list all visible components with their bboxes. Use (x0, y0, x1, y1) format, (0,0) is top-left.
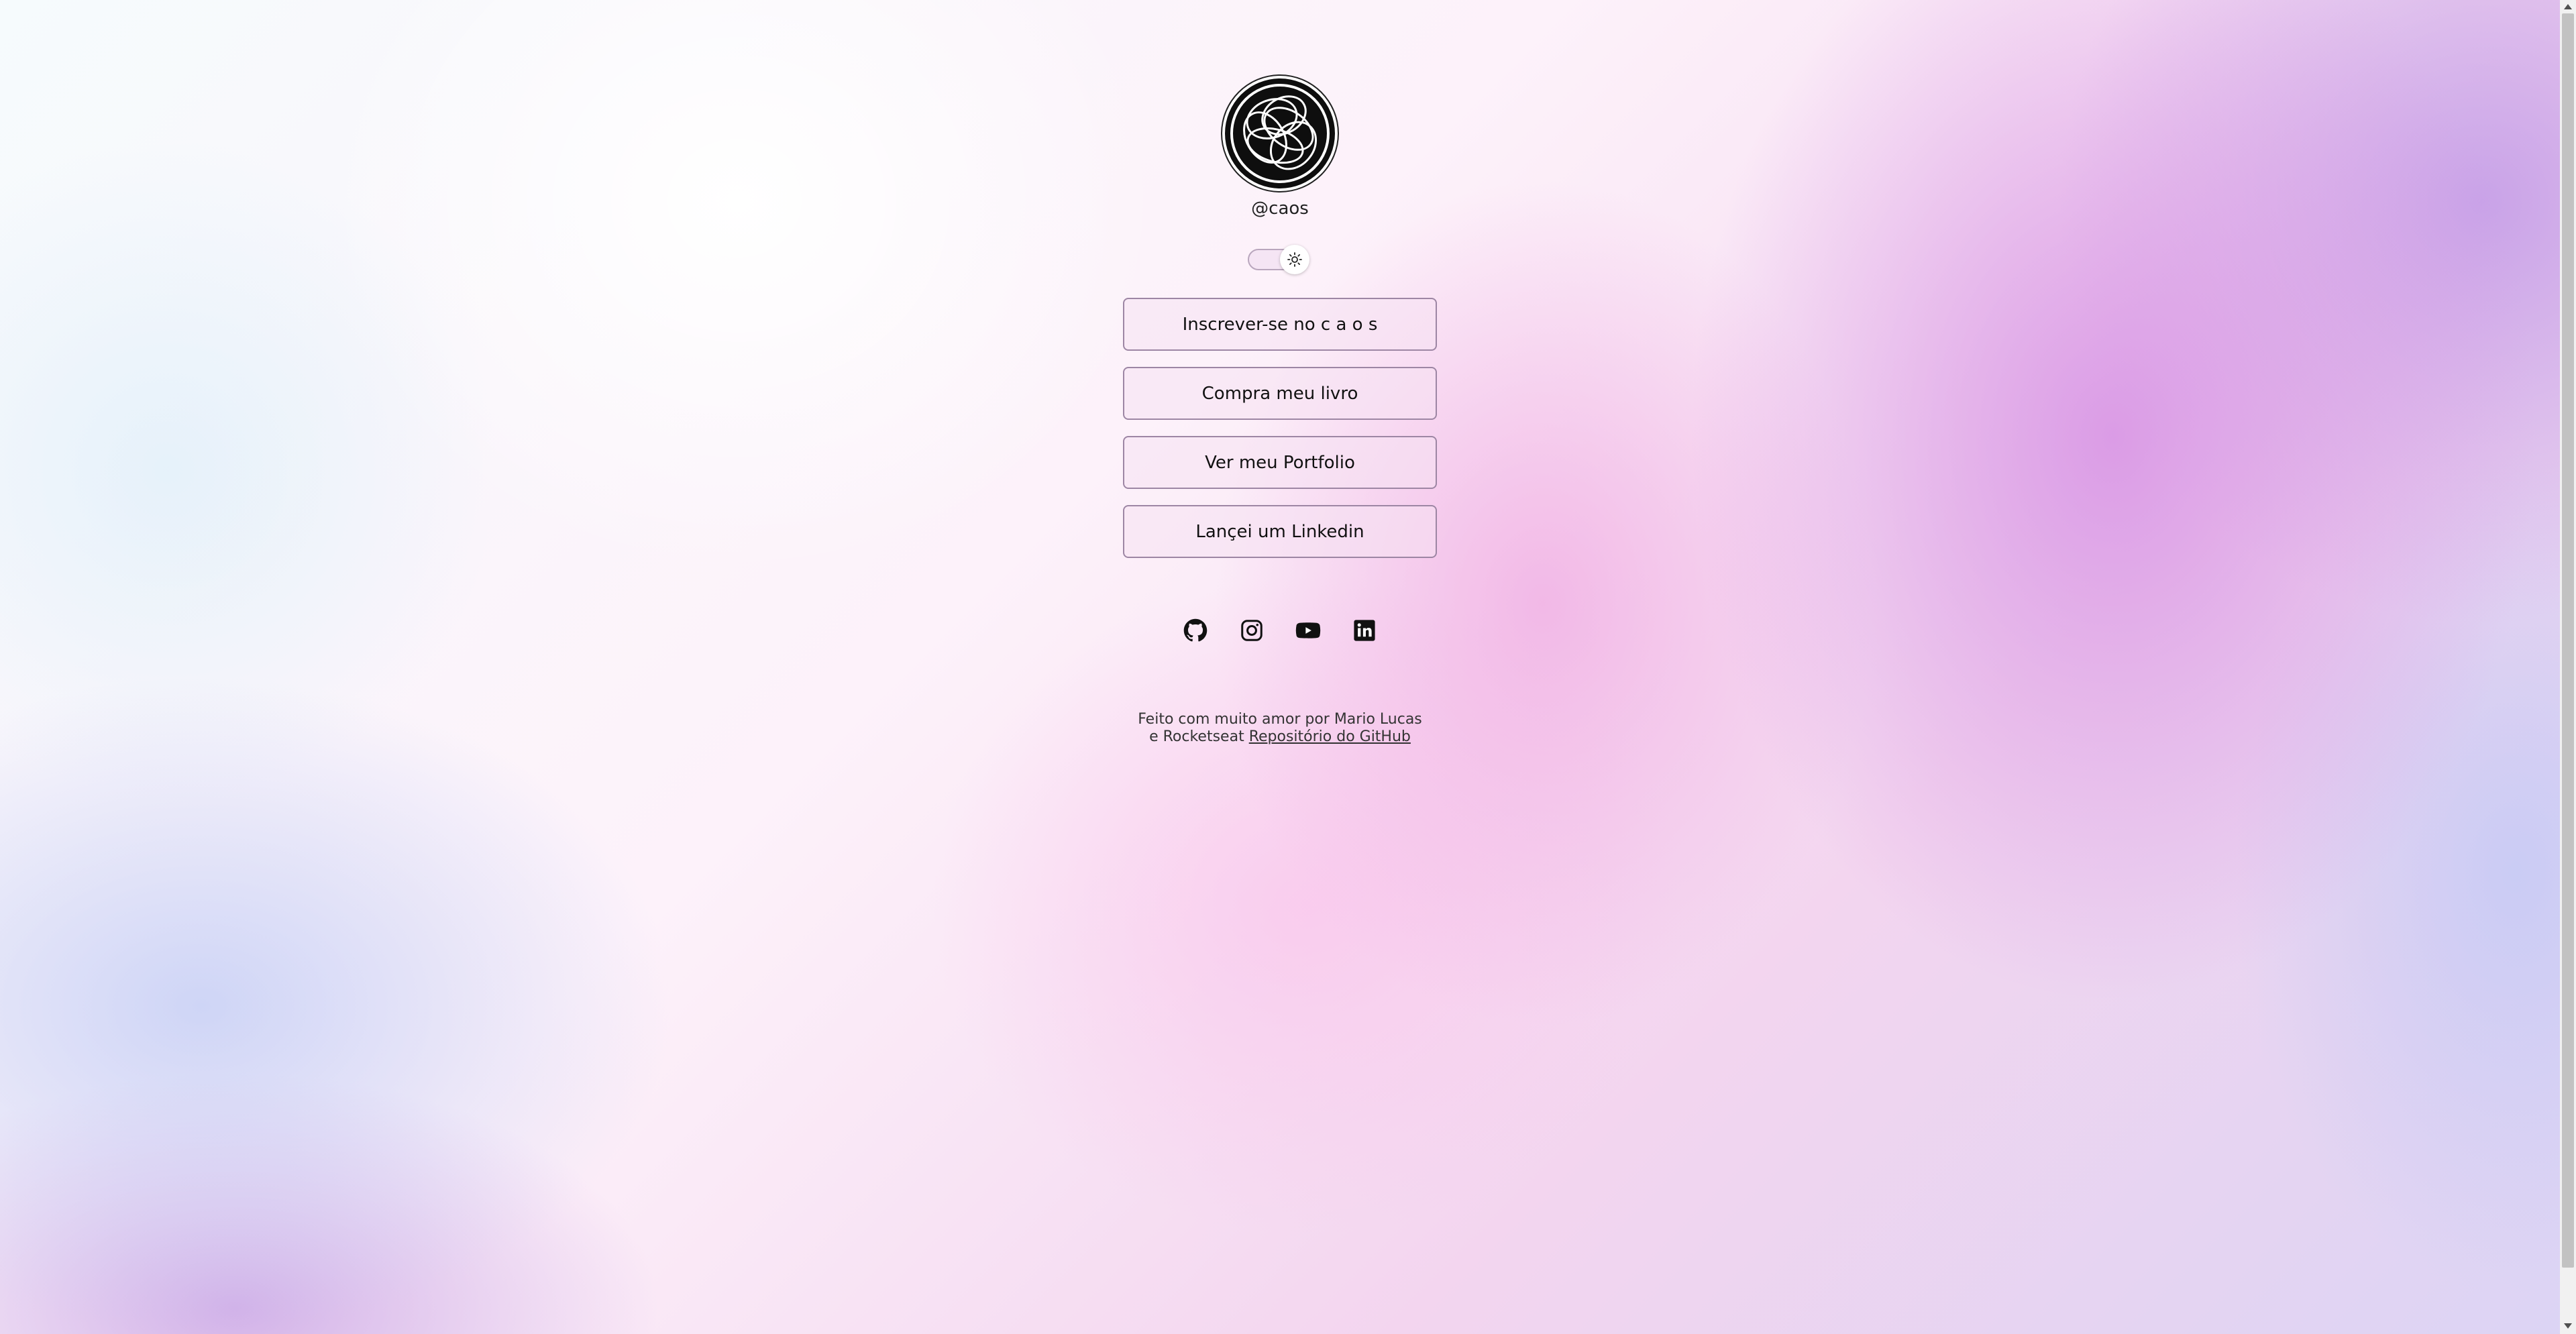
theme-toggle[interactable] (1248, 245, 1312, 274)
github-repo-link[interactable]: Repositório do GitHub (1249, 728, 1411, 745)
avatar-chaos-logo (1230, 84, 1330, 183)
linkedin-icon[interactable] (1351, 617, 1378, 644)
username: @caos (1251, 199, 1309, 219)
scrollbar-thumb[interactable] (2562, 13, 2574, 1268)
scroll-down-arrow-icon[interactable] (2564, 1323, 2572, 1329)
avatar (1225, 78, 1335, 188)
profile-container: @caos Inscrever-se no c a o s Compra meu… (1123, 78, 1437, 746)
vertical-scrollbar[interactable] (2560, 0, 2576, 1334)
footer: Feito com muito amor por Mario Lucas e R… (1132, 711, 1428, 746)
link-button-linkedin[interactable]: Lançei um Linkedin (1123, 505, 1437, 558)
link-button-portfolio[interactable]: Ver meu Portfolio (1123, 436, 1437, 489)
instagram-icon[interactable] (1238, 617, 1265, 644)
link-button-buy-book[interactable]: Compra meu livro (1123, 367, 1437, 420)
scroll-up-arrow-icon[interactable] (2564, 4, 2572, 9)
social-links (1182, 617, 1378, 644)
toggle-knob[interactable] (1280, 245, 1309, 274)
github-icon[interactable] (1182, 617, 1209, 644)
link-button-subscribe[interactable]: Inscrever-se no c a o s (1123, 298, 1437, 351)
links-list: Inscrever-se no c a o s Compra meu livro… (1123, 298, 1437, 558)
sun-icon (1287, 252, 1302, 267)
youtube-icon[interactable] (1295, 617, 1322, 644)
